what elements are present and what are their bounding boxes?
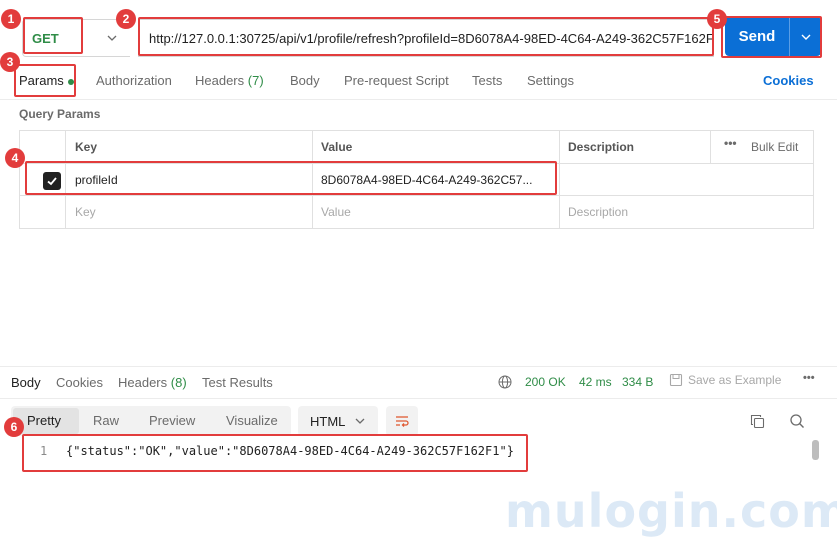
table-divider (710, 131, 711, 163)
method-select[interactable]: GET (22, 19, 130, 57)
chevron-down-icon (355, 418, 365, 424)
bulk-edit-button[interactable]: Bulk Edit (751, 140, 798, 154)
new-value-input[interactable]: Value (321, 205, 351, 219)
tab-params-label: Params (19, 73, 64, 88)
format-label: HTML (310, 413, 346, 429)
params-table: Key Value Description ••• Bulk Edit prof… (19, 130, 814, 229)
tab-body[interactable]: Body (290, 73, 320, 88)
format-select[interactable]: HTML (298, 406, 378, 436)
tab-params[interactable]: Params (19, 73, 74, 88)
tab-headers-count: (7) (247, 73, 264, 88)
url-input[interactable]: http://127.0.0.1:30725/api/v1/profile/re… (138, 19, 714, 57)
annotation-marker-6: 6 (4, 417, 24, 437)
tabs-divider (0, 99, 837, 100)
response-tab-headers-label: Headers (118, 375, 168, 390)
column-header-key: Key (75, 140, 98, 154)
panel-divider (0, 366, 837, 367)
chevron-down-icon (107, 35, 117, 41)
column-header-value: Value (321, 140, 353, 154)
tab-pre-request-script[interactable]: Pre-request Script (344, 73, 449, 88)
view-pretty[interactable]: Pretty (27, 413, 61, 428)
tab-authorization[interactable]: Authorization (96, 73, 172, 88)
send-label: Send (738, 28, 776, 45)
response-tab-cookies[interactable]: Cookies (56, 375, 103, 390)
copy-icon[interactable] (750, 414, 765, 429)
line-number: 1 (40, 444, 48, 458)
table-divider (312, 131, 313, 228)
table-divider (20, 163, 813, 164)
new-key-input[interactable]: Key (75, 205, 96, 219)
checkmark-icon (47, 177, 57, 186)
annotation-marker-2: 2 (116, 9, 136, 29)
save-label: Save as Example (688, 373, 782, 387)
annotation-marker-1: 1 (1, 9, 21, 29)
tab-headers[interactable]: Headers (7) (195, 73, 264, 88)
response-status[interactable]: 200 OK (525, 375, 566, 389)
annotation-marker-5: 5 (707, 9, 727, 29)
table-divider (559, 131, 560, 228)
tab-tests[interactable]: Tests (472, 73, 502, 88)
cookies-link[interactable]: Cookies (763, 73, 814, 88)
response-tab-headers[interactable]: Headers (8) (118, 375, 187, 390)
tab-headers-label: Headers (195, 73, 245, 88)
response-size[interactable]: 334 B (622, 375, 653, 389)
more-options-icon[interactable]: ••• (724, 136, 737, 150)
response-body-code[interactable]: {"status":"OK","value":"8D6078A4-98ED-4C… (66, 444, 514, 458)
response-time[interactable]: 42 ms (579, 375, 612, 389)
new-description-input[interactable]: Description (568, 205, 628, 219)
save-as-example-button[interactable]: Save as Example (669, 373, 781, 387)
wrap-lines-button[interactable] (386, 406, 418, 436)
view-visualize[interactable]: Visualize (226, 413, 278, 428)
send-button[interactable]: Send (725, 17, 821, 56)
column-header-description: Description (568, 140, 635, 154)
save-icon (669, 373, 683, 387)
annotation-marker-3: 3 (0, 52, 20, 72)
table-divider (65, 131, 66, 228)
response-tab-test-results[interactable]: Test Results (202, 375, 273, 390)
param-value[interactable]: 8D6078A4-98ED-4C64-A249-362C57... (321, 173, 532, 187)
response-tabs-divider (0, 398, 837, 399)
wrap-lines-icon (396, 416, 409, 427)
send-dropdown[interactable] (790, 17, 821, 56)
globe-icon[interactable] (498, 375, 512, 389)
param-checkbox[interactable] (43, 172, 61, 190)
query-params-title: Query Params (19, 107, 101, 121)
params-active-dot (67, 78, 74, 85)
response-tab-headers-count: (8) (170, 375, 187, 390)
param-key[interactable]: profileId (75, 173, 118, 187)
view-raw[interactable]: Raw (93, 413, 119, 428)
search-icon[interactable] (789, 413, 805, 429)
url-text: http://127.0.0.1:30725/api/v1/profile/re… (149, 30, 714, 46)
more-options-icon[interactable]: ••• (803, 372, 815, 384)
chevron-down-icon (801, 34, 810, 40)
vertical-scrollbar[interactable] (812, 440, 819, 460)
table-divider (20, 195, 813, 196)
tab-settings[interactable]: Settings (527, 73, 574, 88)
watermark: mulogin.com (505, 484, 837, 538)
method-label: GET (32, 30, 59, 46)
response-tab-body[interactable]: Body (11, 375, 41, 390)
annotation-marker-4: 4 (5, 148, 25, 168)
view-preview[interactable]: Preview (149, 413, 195, 428)
